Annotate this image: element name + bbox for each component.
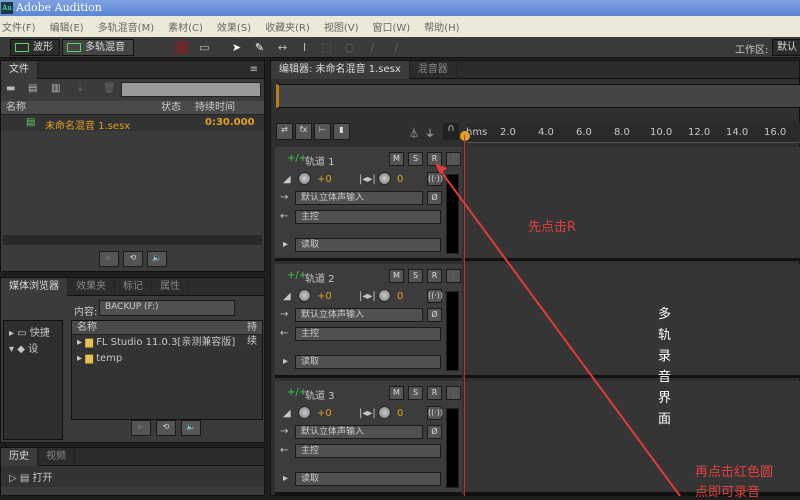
annotation-second-1: 再点击红色圆 [695,465,774,480]
annotation-char: 面 [658,412,672,427]
annotation-char: 录 [658,349,672,364]
annotation-char: 多 [658,307,672,322]
annotation-char: 音 [658,370,672,385]
annotation-char: 轨 [658,328,672,343]
annotation-second-2: 点即可录音 [695,485,761,500]
annotation-vertical: 多轨录音界面 [658,304,674,430]
arrow-head [435,163,447,174]
annotation-char: 界 [658,391,672,406]
annotation-arrows [435,163,681,496]
annotation-first: 先点击R [528,220,577,235]
